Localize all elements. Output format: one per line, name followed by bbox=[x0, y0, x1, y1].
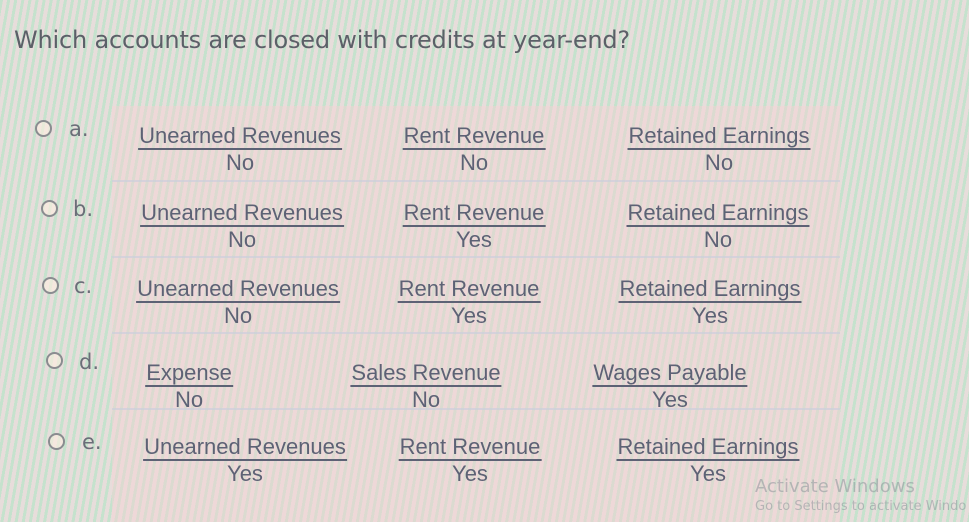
account-cell: Rent Revenue Yes bbox=[398, 434, 542, 487]
account-name: Retained Earnings bbox=[618, 276, 802, 303]
account-name: Unearned Revenues bbox=[136, 276, 340, 303]
account-cell: Rent Revenue Yes bbox=[397, 276, 541, 329]
option-letter: d. bbox=[79, 350, 100, 374]
account-value: No bbox=[225, 150, 255, 175]
account-cell: Unearned Revenues No bbox=[136, 277, 340, 329]
option-letter: a. bbox=[69, 117, 89, 141]
account-name: Rent Revenue bbox=[402, 123, 546, 150]
account-value: Yes bbox=[452, 461, 488, 486]
account-value: No bbox=[459, 150, 489, 175]
account-cell: Expense No bbox=[145, 361, 233, 413]
option-letter: c. bbox=[74, 274, 93, 298]
radio-button-c[interactable] bbox=[42, 277, 59, 294]
option-a[interactable]: a. Unearned Revenues No Rent Revenue No … bbox=[0, 106, 969, 182]
option-c[interactable]: c. Unearned Revenues No Rent Revenue Yes… bbox=[0, 258, 969, 334]
account-value: No bbox=[704, 150, 734, 175]
account-name: Unearned Revenues bbox=[138, 123, 342, 150]
account-value: No bbox=[223, 303, 253, 328]
account-name: Expense bbox=[145, 360, 233, 387]
account-cell: Wages Payable Yes bbox=[592, 360, 748, 413]
account-name: Retained Earnings bbox=[626, 200, 810, 227]
account-value: Yes bbox=[456, 227, 492, 252]
account-cell: Rent Revenue No bbox=[402, 123, 546, 176]
radio-button-a[interactable] bbox=[35, 120, 52, 137]
account-cell: Sales Revenue No bbox=[350, 360, 502, 413]
account-name: Sales Revenue bbox=[350, 360, 502, 387]
watermark-subtitle: Go to Settings to activate Windo bbox=[755, 499, 967, 514]
account-value: No bbox=[227, 227, 257, 252]
radio-button-d[interactable] bbox=[46, 352, 63, 369]
account-cell: Rent Revenue Yes bbox=[402, 200, 546, 253]
option-letter: b. bbox=[73, 197, 94, 221]
account-name: Wages Payable bbox=[592, 360, 748, 387]
question-text: Which accounts are closed with credits a… bbox=[14, 26, 630, 54]
account-cell: Unearned Revenues No bbox=[140, 201, 344, 253]
account-name: Retained Earnings bbox=[627, 123, 811, 150]
watermark-title: Activate Windows bbox=[755, 476, 915, 497]
option-letter: e. bbox=[82, 430, 102, 454]
account-value: No bbox=[703, 227, 733, 252]
account-value: Yes bbox=[451, 303, 487, 328]
account-value: Yes bbox=[227, 461, 263, 486]
account-name: Unearned Revenues bbox=[143, 434, 347, 461]
account-name: Retained Earnings bbox=[616, 434, 800, 461]
account-name: Rent Revenue bbox=[398, 434, 542, 461]
radio-button-e[interactable] bbox=[48, 433, 65, 450]
option-e[interactable]: e. Unearned Revenues Yes Rent Revenue Ye… bbox=[0, 410, 969, 486]
account-cell: Retained Earnings No bbox=[627, 123, 811, 176]
account-name: Unearned Revenues bbox=[140, 200, 344, 227]
activate-windows-watermark: Activate Windows Go to Settings to activ… bbox=[755, 476, 966, 516]
account-cell: Unearned Revenues Yes bbox=[143, 435, 347, 487]
account-cell: Retained Earnings Yes bbox=[618, 276, 802, 329]
account-value: Yes bbox=[692, 303, 728, 328]
account-cell: Retained Earnings No bbox=[626, 200, 810, 253]
option-b[interactable]: b. Unearned Revenues No Rent Revenue Yes… bbox=[0, 182, 969, 258]
account-name: Rent Revenue bbox=[402, 200, 546, 227]
radio-button-b[interactable] bbox=[41, 200, 58, 217]
account-cell: Unearned Revenues No bbox=[138, 124, 342, 176]
option-d[interactable]: d. Expense No Sales Revenue No Wages Pay… bbox=[0, 334, 969, 413]
account-name: Rent Revenue bbox=[397, 276, 541, 303]
